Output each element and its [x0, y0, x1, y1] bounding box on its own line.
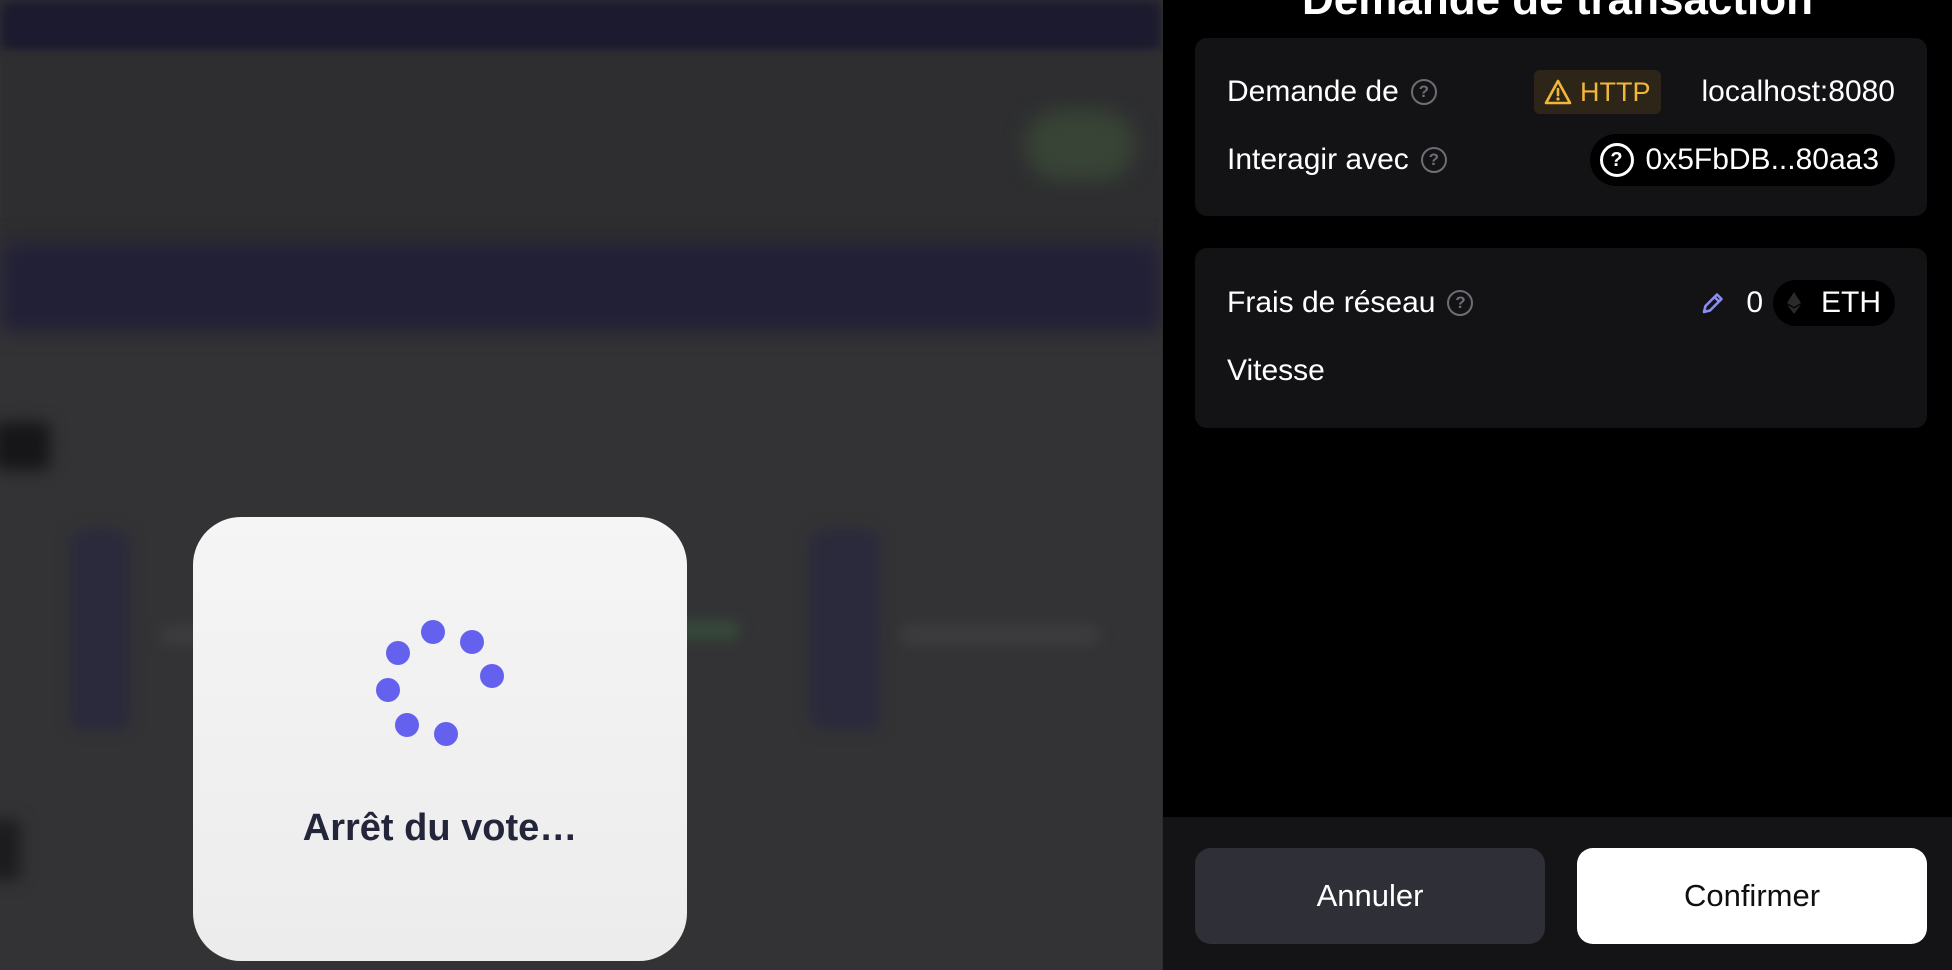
question-circle-icon: ?	[1599, 143, 1634, 177]
transaction-request-panel: Demande de transaction Demande de ? HTTP…	[1162, 0, 1952, 970]
panel-footer: Annuler Confirmer	[1163, 817, 1952, 970]
background-topbar	[0, 0, 1162, 52]
request-from-label: Demande de	[1227, 75, 1399, 108]
spinner-dot	[376, 678, 400, 702]
help-icon[interactable]: ?	[1447, 290, 1474, 316]
currency-label: ETH	[1821, 286, 1881, 319]
interact-with-label: Interagir avec	[1227, 143, 1409, 176]
pencil-icon[interactable]	[1700, 290, 1726, 316]
spinner-dot	[460, 630, 484, 654]
spinner-dot	[386, 641, 410, 665]
network-fee-value-group: 0 ETH	[1700, 280, 1895, 326]
request-host: localhost:8080	[1701, 75, 1895, 108]
warning-icon	[1544, 79, 1572, 105]
spinner-dot	[395, 713, 419, 737]
background-header	[0, 52, 1162, 242]
request-from-row: Demande de ?	[1227, 70, 1437, 114]
spinner-dot	[434, 722, 458, 746]
loading-message: Arrêt du vote…	[302, 807, 578, 849]
panel-title: Demande de transaction	[1163, 0, 1952, 22]
speed-row: Vitesse	[1227, 348, 1325, 394]
background-button	[1025, 110, 1135, 180]
http-badge-label: HTTP	[1580, 76, 1651, 107]
contract-address-pill[interactable]: ? 0x5FbDB...80aa3	[1589, 134, 1895, 186]
interact-with-row: Interagir avec ?	[1227, 134, 1447, 186]
confirm-button[interactable]: Confirmer	[1577, 848, 1927, 944]
help-icon[interactable]: ?	[1410, 79, 1437, 105]
eth-icon	[1787, 292, 1801, 314]
network-fee-value: 0	[1746, 286, 1763, 319]
background-card	[810, 530, 880, 730]
spinner-dot	[421, 620, 445, 644]
background-banner	[0, 242, 1162, 332]
background-heading	[0, 422, 50, 470]
cancel-button[interactable]: Annuler	[1195, 848, 1545, 944]
loading-toast: Arrêt du vote…	[193, 517, 687, 961]
network-fee-section: Frais de réseau ? 0 ETH Vitesse	[1195, 248, 1927, 428]
background-app: Arrêt du vote…	[0, 0, 1162, 970]
background-card	[70, 530, 130, 730]
help-icon[interactable]: ?	[1420, 147, 1447, 173]
spinner-dot	[480, 664, 504, 688]
speed-label: Vitesse	[1227, 354, 1325, 387]
network-fee-label: Frais de réseau	[1227, 286, 1436, 319]
contract-address: 0x5FbDB...80aa3	[1645, 143, 1879, 176]
background-element	[0, 820, 20, 880]
currency-pill: ETH	[1773, 280, 1895, 326]
http-warning-badge[interactable]: HTTP	[1534, 70, 1661, 114]
request-details-section: Demande de ? HTTP localhost:8080 Interag…	[1195, 38, 1927, 216]
background-text	[900, 625, 1100, 645]
network-fee-row: Frais de réseau ?	[1227, 280, 1474, 326]
